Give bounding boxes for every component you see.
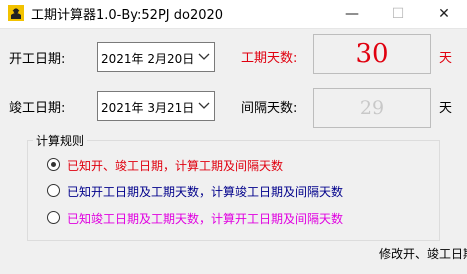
title-bar[interactable]: 工期计算器1.0-By:52PJ do2020 — ☐ ✕ [0,0,467,29]
maximize-button[interactable]: ☐ [375,0,421,28]
radio-selected-icon[interactable] [47,158,60,171]
start-date-value: 2021年 2月20日 [101,52,195,66]
chevron-down-icon[interactable] [198,100,210,110]
radio-unselected-icon[interactable] [47,184,60,197]
end-date-label: 竣工日期: [9,101,66,116]
interval-days-value: 29 [359,97,385,119]
duration-unit: 天 [439,51,453,66]
status-text: 修改开、竣工日期 [379,247,467,261]
calculation-rules-title: 计算规则 [33,132,88,149]
close-icon: ✕ [438,6,450,22]
rule-option-label: 已知开工日期及工期天数，计算竣工日期及间隔天数 [67,185,344,199]
radio-unselected-icon[interactable] [47,211,60,224]
chevron-down-icon[interactable] [198,51,210,61]
minimize-button[interactable]: — [329,0,375,28]
interval-days-label: 间隔天数: [241,101,298,116]
maximize-icon: ☐ [391,6,405,22]
start-date-label: 开工日期: [9,52,66,67]
end-date-picker[interactable]: 2021年 3月21日 [97,91,215,121]
close-button[interactable]: ✕ [421,0,467,28]
duration-days-output: 30 [313,34,431,74]
interval-unit: 天 [439,101,453,116]
interval-days-output: 29 [313,88,431,128]
duration-days-value: 30 [355,39,389,69]
end-date-value: 2021年 3月21日 [101,101,195,115]
construction-worker-icon [8,5,24,21]
rule-option-label: 已知竣工日期及工期天数，计算开工日期及间隔天数 [67,212,344,226]
minimize-icon: — [345,6,359,22]
rule-option-label: 已知开、竣工日期，计算工期及间隔天数 [67,159,284,173]
window-title: 工期计算器1.0-By:52PJ do2020 [31,8,224,23]
duration-days-label: 工期天数: [241,51,298,66]
start-date-picker[interactable]: 2021年 2月20日 [97,42,215,72]
